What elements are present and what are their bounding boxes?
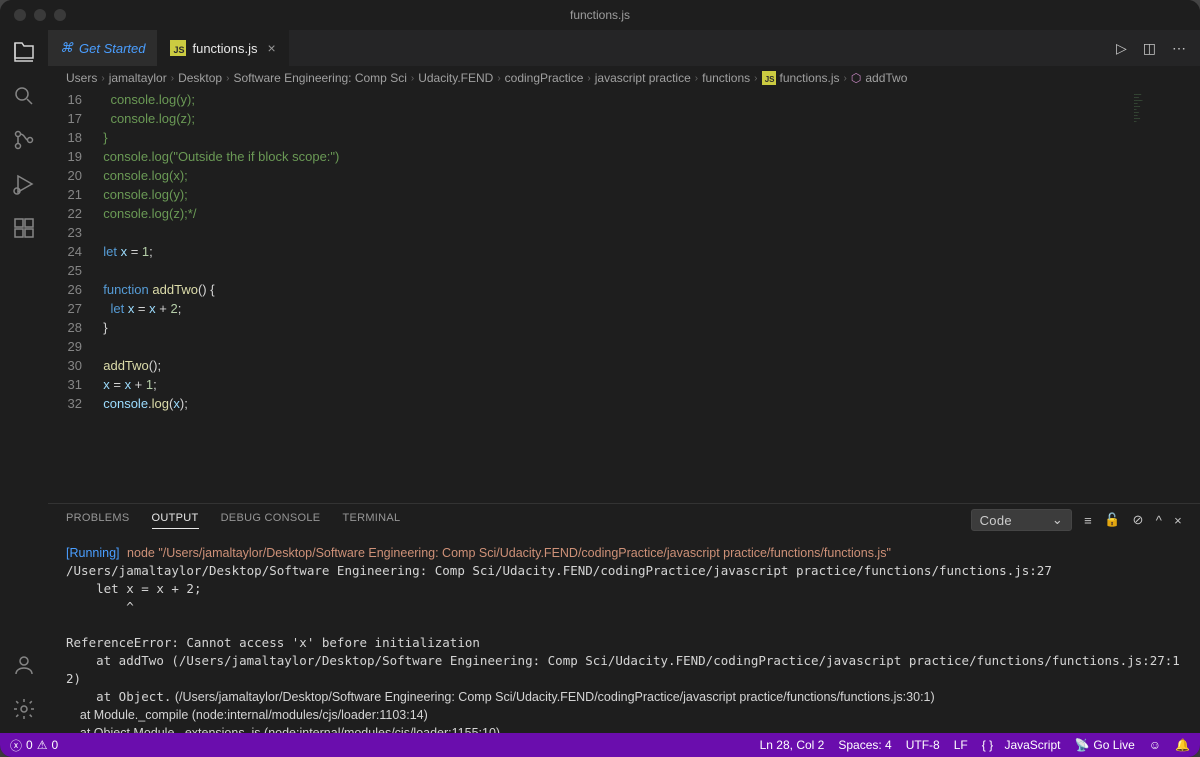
tab-functions-js[interactable]: JS functions.js ×: [158, 30, 288, 66]
panel-tab-debug[interactable]: DEBUG CONSOLE: [221, 512, 321, 528]
breadcrumb-segment[interactable]: jamaltaylor: [109, 71, 167, 85]
close-dot[interactable]: [14, 9, 26, 21]
breadcrumb-segment[interactable]: codingPractice: [505, 71, 584, 85]
breadcrumb-symbol[interactable]: addTwo: [865, 71, 907, 85]
close-icon[interactable]: ×: [268, 40, 276, 56]
error-icon: ⓧ: [10, 737, 22, 754]
split-editor-icon[interactable]: ◫: [1143, 40, 1156, 57]
panel-tab-output[interactable]: OUTPUT: [152, 512, 199, 529]
breadcrumb-segment[interactable]: Users: [66, 71, 97, 85]
status-encoding[interactable]: UTF-8: [906, 738, 940, 752]
status-cursor-position[interactable]: Ln 28, Col 2: [760, 738, 825, 752]
broadcast-icon: 📡: [1074, 738, 1089, 752]
explorer-icon[interactable]: [12, 40, 36, 64]
breadcrumb[interactable]: Users›jamaltaylor›Desktop›Software Engin…: [48, 66, 1200, 90]
editor-area: 1617181920212223242526272829303132 conso…: [48, 90, 1200, 503]
output-content[interactable]: [Running] node "/Users/jamaltaylor/Deskt…: [48, 536, 1200, 733]
symbol-icon: ⬡: [851, 71, 861, 85]
js-file-icon: JS: [170, 40, 186, 56]
minimap[interactable]: ▬▬▬▬▬▬▬▬▬▬▬▬▬▬▬▬▬▬▬▬▬▬▬▬▬▬▬▬▬▬▬▬▬▬▬▬▬▬▬▬…: [1130, 90, 1200, 503]
breadcrumb-segment[interactable]: Software Engineering: Comp Sci: [233, 71, 406, 85]
extensions-icon[interactable]: [12, 216, 36, 240]
activity-bar: [0, 30, 48, 733]
panel-actions: Code⌄ ≡ 🔓 ⊘ ^ ×: [971, 509, 1182, 531]
vscode-window: functions.js ⌘ Get Started JS functions.…: [0, 0, 1200, 757]
workbench: ⌘ Get Started JS functions.js × ▷ ◫ ⋯ Us…: [0, 30, 1200, 733]
lock-icon[interactable]: 🔓: [1104, 512, 1121, 528]
vscode-icon: ⌘: [60, 40, 73, 56]
warning-icon: ⚠: [37, 738, 48, 752]
status-indentation[interactable]: Spaces: 4: [838, 738, 891, 752]
chevron-down-icon: ⌄: [1052, 512, 1063, 528]
panel-tab-terminal[interactable]: TERMINAL: [342, 512, 400, 528]
breadcrumb-file[interactable]: functions.js: [780, 71, 840, 85]
source-control-icon[interactable]: [12, 128, 36, 152]
clear-icon[interactable]: ⊘: [1132, 512, 1143, 528]
breadcrumb-segment[interactable]: Udacity.FEND: [418, 71, 493, 85]
output-channel-dropdown[interactable]: Code⌄: [971, 509, 1072, 531]
window-title: functions.js: [570, 8, 630, 22]
status-eol[interactable]: LF: [954, 738, 968, 752]
status-bell-icon[interactable]: 🔔: [1175, 738, 1190, 752]
panel: PROBLEMS OUTPUT DEBUG CONSOLE TERMINAL C…: [48, 503, 1200, 733]
run-debug-icon[interactable]: [12, 172, 36, 196]
editor-actions: ▷ ◫ ⋯: [1116, 30, 1200, 66]
traffic-lights: [0, 9, 66, 21]
tab-label: Get Started: [79, 41, 145, 56]
tab-label: functions.js: [192, 41, 257, 56]
search-icon[interactable]: [12, 84, 36, 108]
zoom-dot[interactable]: [54, 9, 66, 21]
code-content[interactable]: console.log(y); console.log(z); } consol…: [96, 90, 1130, 503]
minimize-dot[interactable]: [34, 9, 46, 21]
panel-tab-problems[interactable]: PROBLEMS: [66, 512, 130, 528]
editor-group: ⌘ Get Started JS functions.js × ▷ ◫ ⋯ Us…: [48, 30, 1200, 733]
accounts-icon[interactable]: [12, 653, 36, 677]
more-actions-icon[interactable]: ⋯: [1172, 40, 1186, 57]
status-problems[interactable]: ⓧ0 ⚠0: [10, 737, 58, 754]
line-numbers: 1617181920212223242526272829303132: [48, 90, 96, 503]
panel-tabs: PROBLEMS OUTPUT DEBUG CONSOLE TERMINAL C…: [48, 504, 1200, 536]
maximize-panel-icon[interactable]: ^: [1156, 513, 1162, 528]
filter-icon[interactable]: ≡: [1084, 513, 1092, 528]
breadcrumb-segment[interactable]: functions: [702, 71, 750, 85]
breadcrumb-segment[interactable]: javascript practice: [595, 71, 691, 85]
close-panel-icon[interactable]: ×: [1174, 513, 1182, 528]
status-language[interactable]: { } JavaScript: [982, 738, 1061, 752]
breadcrumb-segment[interactable]: Desktop: [178, 71, 222, 85]
run-icon[interactable]: ▷: [1116, 40, 1127, 57]
js-file-icon: JS: [762, 71, 776, 85]
tab-get-started[interactable]: ⌘ Get Started: [48, 30, 158, 66]
titlebar: functions.js: [0, 0, 1200, 30]
tab-bar: ⌘ Get Started JS functions.js × ▷ ◫ ⋯: [48, 30, 1200, 66]
status-bar: ⓧ0 ⚠0 Ln 28, Col 2 Spaces: 4 UTF-8 LF { …: [0, 733, 1200, 757]
status-feedback-icon[interactable]: ☺: [1149, 738, 1161, 752]
code-editor[interactable]: 1617181920212223242526272829303132 conso…: [48, 90, 1130, 503]
settings-gear-icon[interactable]: [12, 697, 36, 721]
status-go-live[interactable]: 📡Go Live: [1074, 738, 1134, 752]
